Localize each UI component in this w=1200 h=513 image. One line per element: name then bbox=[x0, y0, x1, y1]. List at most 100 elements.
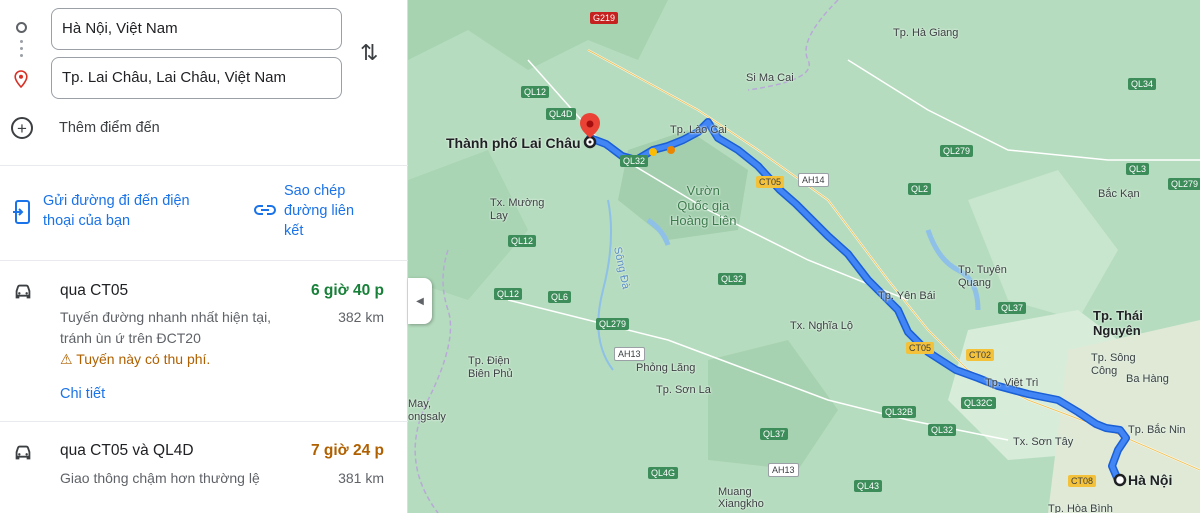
place-label-line: May, bbox=[408, 398, 432, 410]
place-label-line: Tp. Điện bbox=[468, 355, 510, 367]
car-icon bbox=[15, 284, 31, 299]
copy-link-button[interactable]: Sao chép đường liên kết bbox=[284, 181, 354, 241]
route-description-line: tránh ùn ứ trên ĐCT20 bbox=[60, 330, 201, 346]
route-option-1[interactable]: qua CT05 6 giờ 40 p Tuyến đường nhanh nh… bbox=[0, 261, 408, 422]
road-shield: CT05 bbox=[756, 176, 785, 188]
road-shield: CT08 bbox=[1068, 475, 1097, 487]
destination-input[interactable]: Tp. Lai Châu, Lai Châu, Việt Nam bbox=[51, 57, 342, 99]
road-shield: G219 bbox=[590, 12, 619, 24]
road-shield: AH13 bbox=[614, 347, 645, 361]
map-terrain bbox=[408, 0, 1200, 513]
place-label-line: Tp. Sông bbox=[1091, 352, 1136, 364]
road-shield: QL279 bbox=[940, 145, 974, 157]
road-shield: AH13 bbox=[768, 463, 799, 477]
route-dot-icon bbox=[20, 40, 23, 43]
copy-link-line: Sao chép bbox=[284, 183, 346, 199]
route-duration: 6 giờ 40 p bbox=[310, 282, 384, 299]
place-label-line: ongsaly bbox=[408, 411, 446, 423]
road-shield: QL279 bbox=[1168, 178, 1200, 190]
route-distance: 382 km bbox=[338, 309, 384, 325]
road-shield: QL32C bbox=[961, 397, 996, 409]
place-label-phong-lang[interactable]: Phỏng Lăng bbox=[636, 362, 695, 374]
place-label-line: Quang bbox=[958, 277, 992, 289]
road-shield: QL32B bbox=[882, 406, 917, 418]
send-to-phone-link[interactable]: Gửi đường đi đến điện thoại của bạn bbox=[43, 191, 190, 231]
link-icon bbox=[254, 205, 276, 215]
place-label-son-tay[interactable]: Tx. Sơn Tây bbox=[1013, 436, 1073, 448]
place-label-tuyen-quang[interactable]: Tp. Tuyên Quang bbox=[958, 264, 1007, 290]
add-stop-button[interactable]: + Thêm điểm đến bbox=[10, 114, 320, 142]
road-shield: QL12 bbox=[494, 288, 523, 300]
plus-circle-icon: + bbox=[11, 117, 33, 139]
car-icon bbox=[15, 445, 31, 460]
road-shield: QL3 bbox=[1126, 163, 1150, 175]
place-label-line: Hoàng Liên bbox=[670, 213, 737, 228]
place-label-muang[interactable]: Muang Xiangkho bbox=[718, 486, 764, 510]
place-label-park[interactable]: Vườn Quốc gia Hoàng Liên bbox=[670, 183, 737, 228]
route-description-line: Tuyến đường nhanh nhất hiện tại, bbox=[60, 309, 272, 325]
place-label-ha-giang[interactable]: Tp. Hà Giang bbox=[893, 27, 958, 39]
origin-circle-icon bbox=[16, 22, 27, 33]
toll-warning: ⚠ Tuyến này có thu phí. bbox=[60, 351, 210, 368]
route-description: Giao thông chậm hơn thường lệ bbox=[60, 470, 260, 486]
place-label-ba-hang[interactable]: Ba Hàng bbox=[1126, 373, 1169, 385]
map-canvas[interactable]: Thành phố Lai Châu Hà Nội Tp. Thái Nguyê… bbox=[408, 0, 1200, 513]
share-options: Gửi đường đi đến điện thoại của bạn Sao … bbox=[0, 166, 408, 261]
place-label-line: Tx. Mường bbox=[490, 197, 545, 209]
place-label-yen-bai[interactable]: Tp. Yên Bái bbox=[878, 290, 935, 302]
route-option-2[interactable]: qua CT05 và QL4D 7 giờ 24 p Giao thông c… bbox=[0, 423, 408, 513]
road-shield: QL37 bbox=[998, 302, 1027, 314]
place-label-line: Nguyên bbox=[1093, 323, 1141, 338]
directions-panel: Hà Nội, Việt Nam Tp. Lai Châu, Lai Châu,… bbox=[0, 0, 408, 513]
place-label-may[interactable]: May, ongsaly bbox=[408, 398, 446, 424]
route-duration: 7 giờ 24 p bbox=[310, 442, 384, 459]
route-distance: 381 km bbox=[338, 470, 384, 486]
road-shield: QL4D bbox=[546, 108, 576, 120]
place-label-muong-lay[interactable]: Tx. Mường Lay bbox=[490, 197, 544, 223]
road-shield: QL4G bbox=[648, 467, 679, 479]
place-label-line: Lay bbox=[490, 210, 508, 222]
destination-pin-icon bbox=[14, 70, 28, 88]
send-to-phone-icon bbox=[13, 200, 30, 224]
road-shield: AH14 bbox=[798, 173, 829, 187]
place-label-line: Muang bbox=[718, 486, 752, 498]
road-shield: QL37 bbox=[760, 428, 789, 440]
place-label-son-la[interactable]: Tp. Sơn La bbox=[656, 384, 711, 396]
place-label-lao-cai[interactable]: Tp. Lào Cai bbox=[670, 124, 727, 136]
place-label-line: Tp. Tuyên bbox=[958, 264, 1007, 276]
place-label-line: Quốc gia bbox=[677, 198, 730, 213]
copy-link-line: kết bbox=[284, 223, 304, 239]
route-via: qua CT05 và QL4D bbox=[60, 442, 194, 459]
road-shield: QL32 bbox=[928, 424, 957, 436]
place-label-dien-bien[interactable]: Tp. Điện Biên Phủ bbox=[468, 355, 513, 381]
route-details-link[interactable]: Chi tiết bbox=[60, 386, 105, 402]
origin-input[interactable]: Hà Nội, Việt Nam bbox=[51, 8, 342, 50]
place-label-bac-kan[interactable]: Bắc Kạn bbox=[1098, 188, 1140, 200]
road-shield: QL32 bbox=[718, 273, 747, 285]
place-label-line: Vườn bbox=[686, 183, 720, 198]
road-shield: QL43 bbox=[854, 480, 883, 492]
place-label-viet-tri[interactable]: Tp. Việt Trì bbox=[985, 377, 1039, 389]
copy-link-line: đường liên bbox=[284, 203, 355, 219]
road-shield: QL2 bbox=[908, 183, 932, 195]
place-label-thai-nguyen[interactable]: Tp. Thái Nguyên bbox=[1093, 308, 1143, 338]
route-dot-icon bbox=[20, 54, 23, 57]
place-label-si-ma-cai[interactable]: Si Ma Cai bbox=[746, 72, 794, 84]
swap-icon[interactable]: ⇅ bbox=[360, 40, 378, 66]
route-via: qua CT05 bbox=[60, 282, 129, 299]
route-dot-icon bbox=[20, 47, 23, 50]
send-to-phone-line: Gửi đường đi đến điện bbox=[43, 193, 190, 209]
place-label-lai-chau[interactable]: Thành phố Lai Châu bbox=[446, 135, 581, 151]
place-label-line: Biên Phủ bbox=[468, 368, 513, 380]
road-shield: QL279 bbox=[596, 318, 630, 330]
road-shield: QL32 bbox=[620, 155, 649, 167]
place-label-nghia-lo[interactable]: Tx. Nghĩa Lộ bbox=[790, 320, 853, 332]
place-label-line: Xiangkho bbox=[718, 498, 764, 510]
place-label-ha-noi[interactable]: Hà Nội bbox=[1128, 472, 1172, 488]
directions-form: Hà Nội, Việt Nam Tp. Lai Châu, Lai Châu,… bbox=[0, 0, 408, 166]
place-label-bac-ninh[interactable]: Tp. Bắc Nin bbox=[1128, 424, 1185, 436]
road-shield: QL12 bbox=[521, 86, 550, 98]
place-label-hoa-binh[interactable]: Tp. Hòa Bình bbox=[1048, 503, 1113, 513]
road-shield: CT05 bbox=[906, 342, 935, 354]
collapse-panel-button[interactable]: ◀ bbox=[408, 278, 432, 324]
